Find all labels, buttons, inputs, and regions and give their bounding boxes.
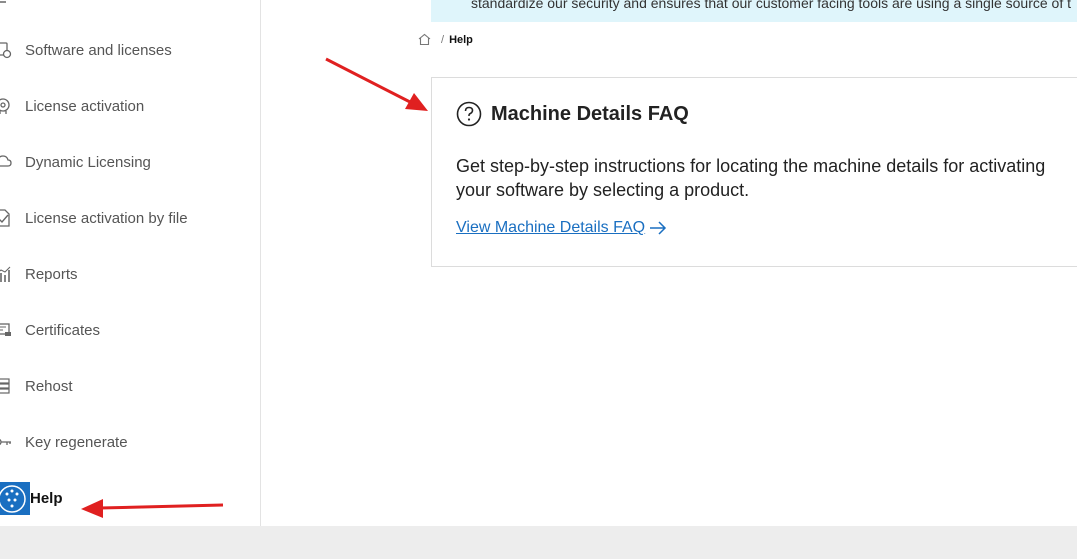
sidebar-item-label: Rehost bbox=[25, 377, 73, 395]
home-icon[interactable] bbox=[418, 33, 431, 46]
sidebar-partial-icon bbox=[0, 1, 6, 3]
software-license-icon bbox=[0, 42, 12, 59]
cloud-icon bbox=[0, 155, 12, 167]
breadcrumb-current: Help bbox=[449, 33, 473, 46]
link-label: View Machine Details FAQ bbox=[456, 219, 646, 236]
chart-icon bbox=[0, 266, 11, 282]
sidebar-item-license-activation[interactable]: License activation bbox=[0, 86, 255, 126]
certificate-icon bbox=[0, 323, 11, 336]
sidebar-item-label: Dynamic Licensing bbox=[25, 153, 151, 171]
sidebar-item-label: License activation bbox=[25, 97, 145, 115]
sidebar-item-label: Reports bbox=[25, 265, 78, 283]
arrow-right-icon bbox=[650, 221, 667, 235]
key-icon bbox=[0, 438, 11, 446]
help-icon bbox=[0, 485, 26, 513]
sidebar-item-reports[interactable]: Reports bbox=[0, 254, 255, 294]
question-circle-icon bbox=[456, 101, 482, 127]
sidebar-item-key-regenerate[interactable]: Key regenerate bbox=[0, 422, 255, 462]
sidebar-item-certificates[interactable]: Certificates bbox=[0, 310, 255, 350]
breadcrumb-separator: / bbox=[441, 33, 445, 46]
sidebar-item-license-activation-by-file[interactable]: License activation by file bbox=[0, 198, 255, 238]
annotation-arrow-card bbox=[325, 57, 428, 111]
card-description: Get step-by-step instructions for locati… bbox=[456, 156, 1046, 200]
sidebar-item-help[interactable]: Help bbox=[0, 478, 255, 518]
sidebar-item-dynamic-licensing[interactable]: Dynamic Licensing bbox=[0, 142, 255, 182]
file-check-icon bbox=[0, 209, 10, 227]
info-banner: standardize our security and ensures tha… bbox=[431, 0, 1077, 22]
view-machine-details-faq-link[interactable]: View Machine Details FAQ bbox=[456, 219, 667, 237]
sidebar-item-label: License activation by file bbox=[25, 209, 188, 227]
license-activation-icon bbox=[0, 98, 10, 114]
rehost-icon bbox=[0, 378, 10, 394]
card-header: Machine Details FAQ bbox=[456, 101, 689, 127]
breadcrumb: / Help bbox=[418, 33, 473, 46]
help-icon-tile bbox=[0, 482, 30, 515]
sidebar-item-label: Certificates bbox=[25, 321, 101, 339]
sidebar: Software and licenses License activation… bbox=[0, 0, 261, 526]
footer-bar bbox=[0, 526, 1077, 559]
sidebar-item-label: Software and licenses bbox=[25, 41, 172, 59]
sidebar-item-software-and-licenses[interactable]: Software and licenses bbox=[0, 30, 255, 70]
sidebar-item-label: Key regenerate bbox=[25, 433, 128, 451]
banner-text: standardize our security and ensures tha… bbox=[471, 0, 1071, 11]
sidebar-item-label: Help bbox=[30, 489, 63, 507]
sidebar-item-rehost[interactable]: Rehost bbox=[0, 366, 255, 406]
card-title: Machine Details FAQ bbox=[491, 102, 689, 125]
machine-details-faq-card: Machine Details FAQ Get step-by-step ins… bbox=[431, 77, 1077, 267]
